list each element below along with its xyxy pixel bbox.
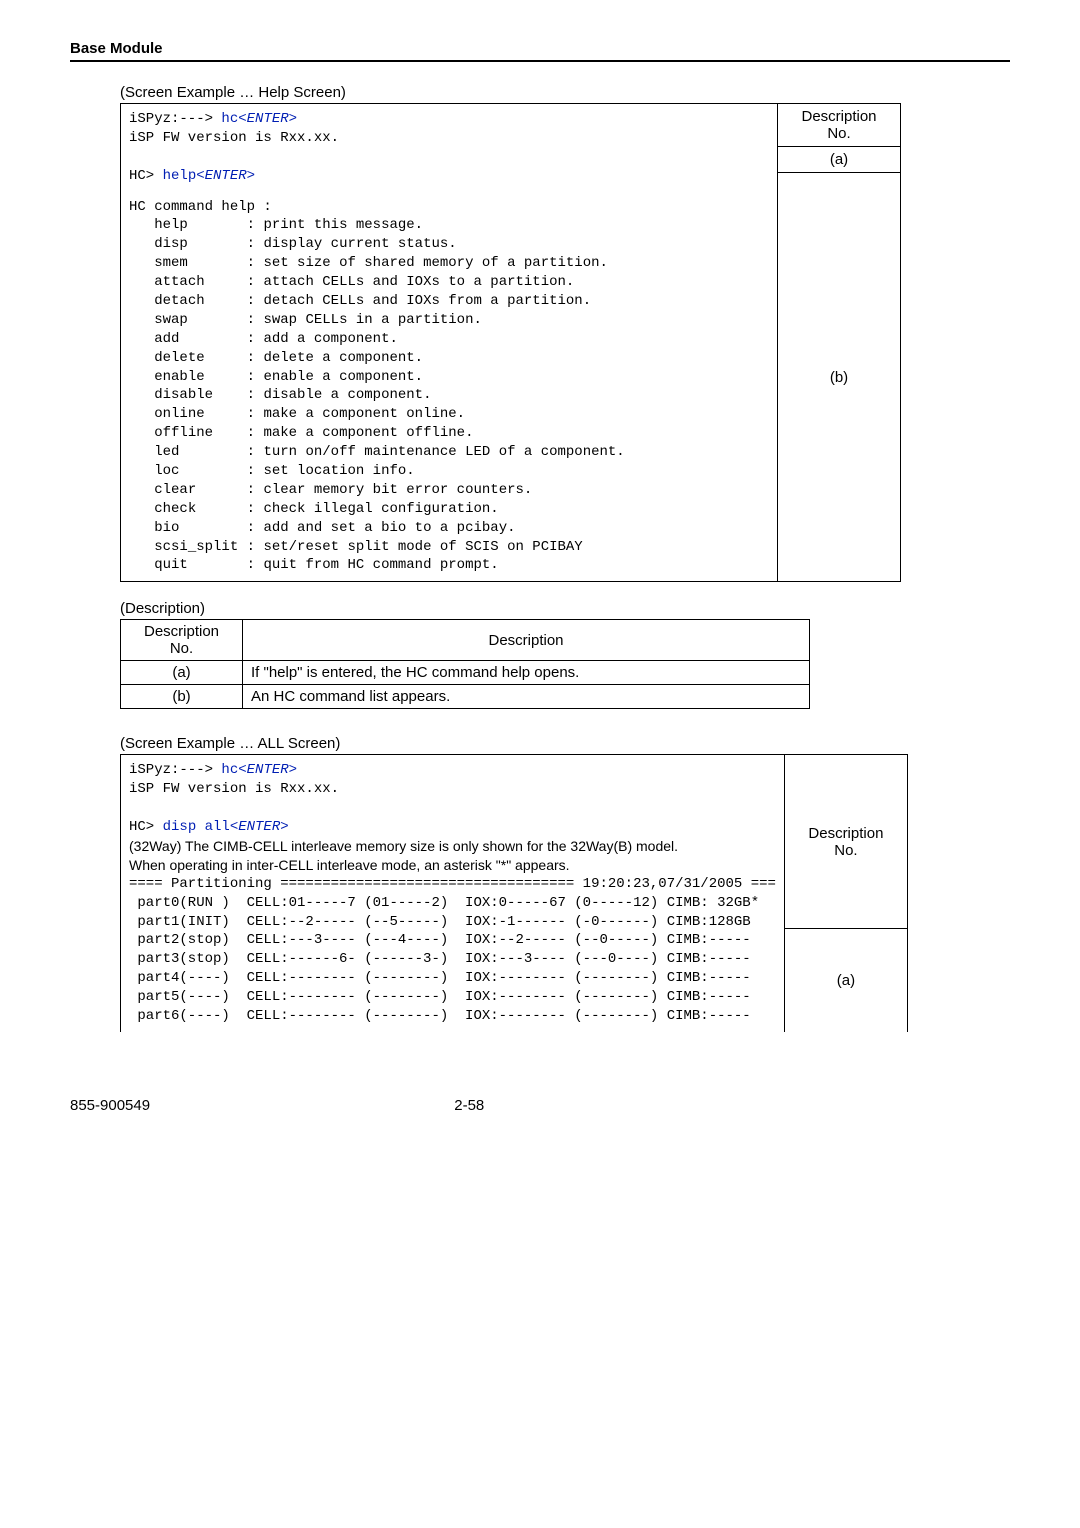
section2-caption: (Screen Example … ALL Screen)	[120, 735, 1010, 752]
all-screen-table: iSPyz:---> hc<ENTER> iSP FW version is R…	[120, 754, 908, 1031]
desc-th-desc: Description	[243, 620, 810, 661]
note-line-2: When operating in inter-CELL interleave …	[129, 856, 776, 875]
page-number: 2-58	[454, 1097, 484, 1114]
table-row: (a) If "help" is entered, the HC command…	[121, 661, 810, 685]
footer: 855-900549 2-58	[70, 1097, 1010, 1114]
desc-th-no: Description No.	[121, 620, 243, 661]
doc-number: 855-900549	[70, 1097, 150, 1114]
terminal-block-b: HC command help : help : print this mess…	[129, 198, 769, 576]
note-line-1: (32Way) The CIMB-CELL interleave memory …	[129, 837, 776, 856]
help-screen-table: iSPyz:---> hc<ENTER> iSP FW version is R…	[120, 103, 901, 582]
desc-ref-b: (b)	[778, 173, 901, 582]
desc-caption-1: (Description)	[120, 600, 1010, 617]
desc-no-header: Description No.	[778, 104, 901, 147]
desc-ref-a: (a)	[778, 147, 901, 173]
section1-caption: (Screen Example … Help Screen)	[120, 84, 1010, 101]
desc-no-header-2: Description No.	[784, 755, 907, 929]
table-row: (b) An HC command list appears.	[121, 685, 810, 709]
terminal-block-2: iSPyz:---> hc<ENTER> iSP FW version is R…	[129, 761, 776, 837]
page-header: Base Module	[70, 40, 1010, 57]
header-rule	[70, 60, 1010, 62]
partition-block: ==== Partitioning ======================…	[129, 875, 776, 1026]
desc-ref-a-2: (a)	[784, 929, 907, 1032]
description-table-1: Description No. Description (a) If "help…	[120, 619, 810, 709]
terminal-block-a: iSPyz:---> hc<ENTER> iSP FW version is R…	[129, 110, 769, 186]
